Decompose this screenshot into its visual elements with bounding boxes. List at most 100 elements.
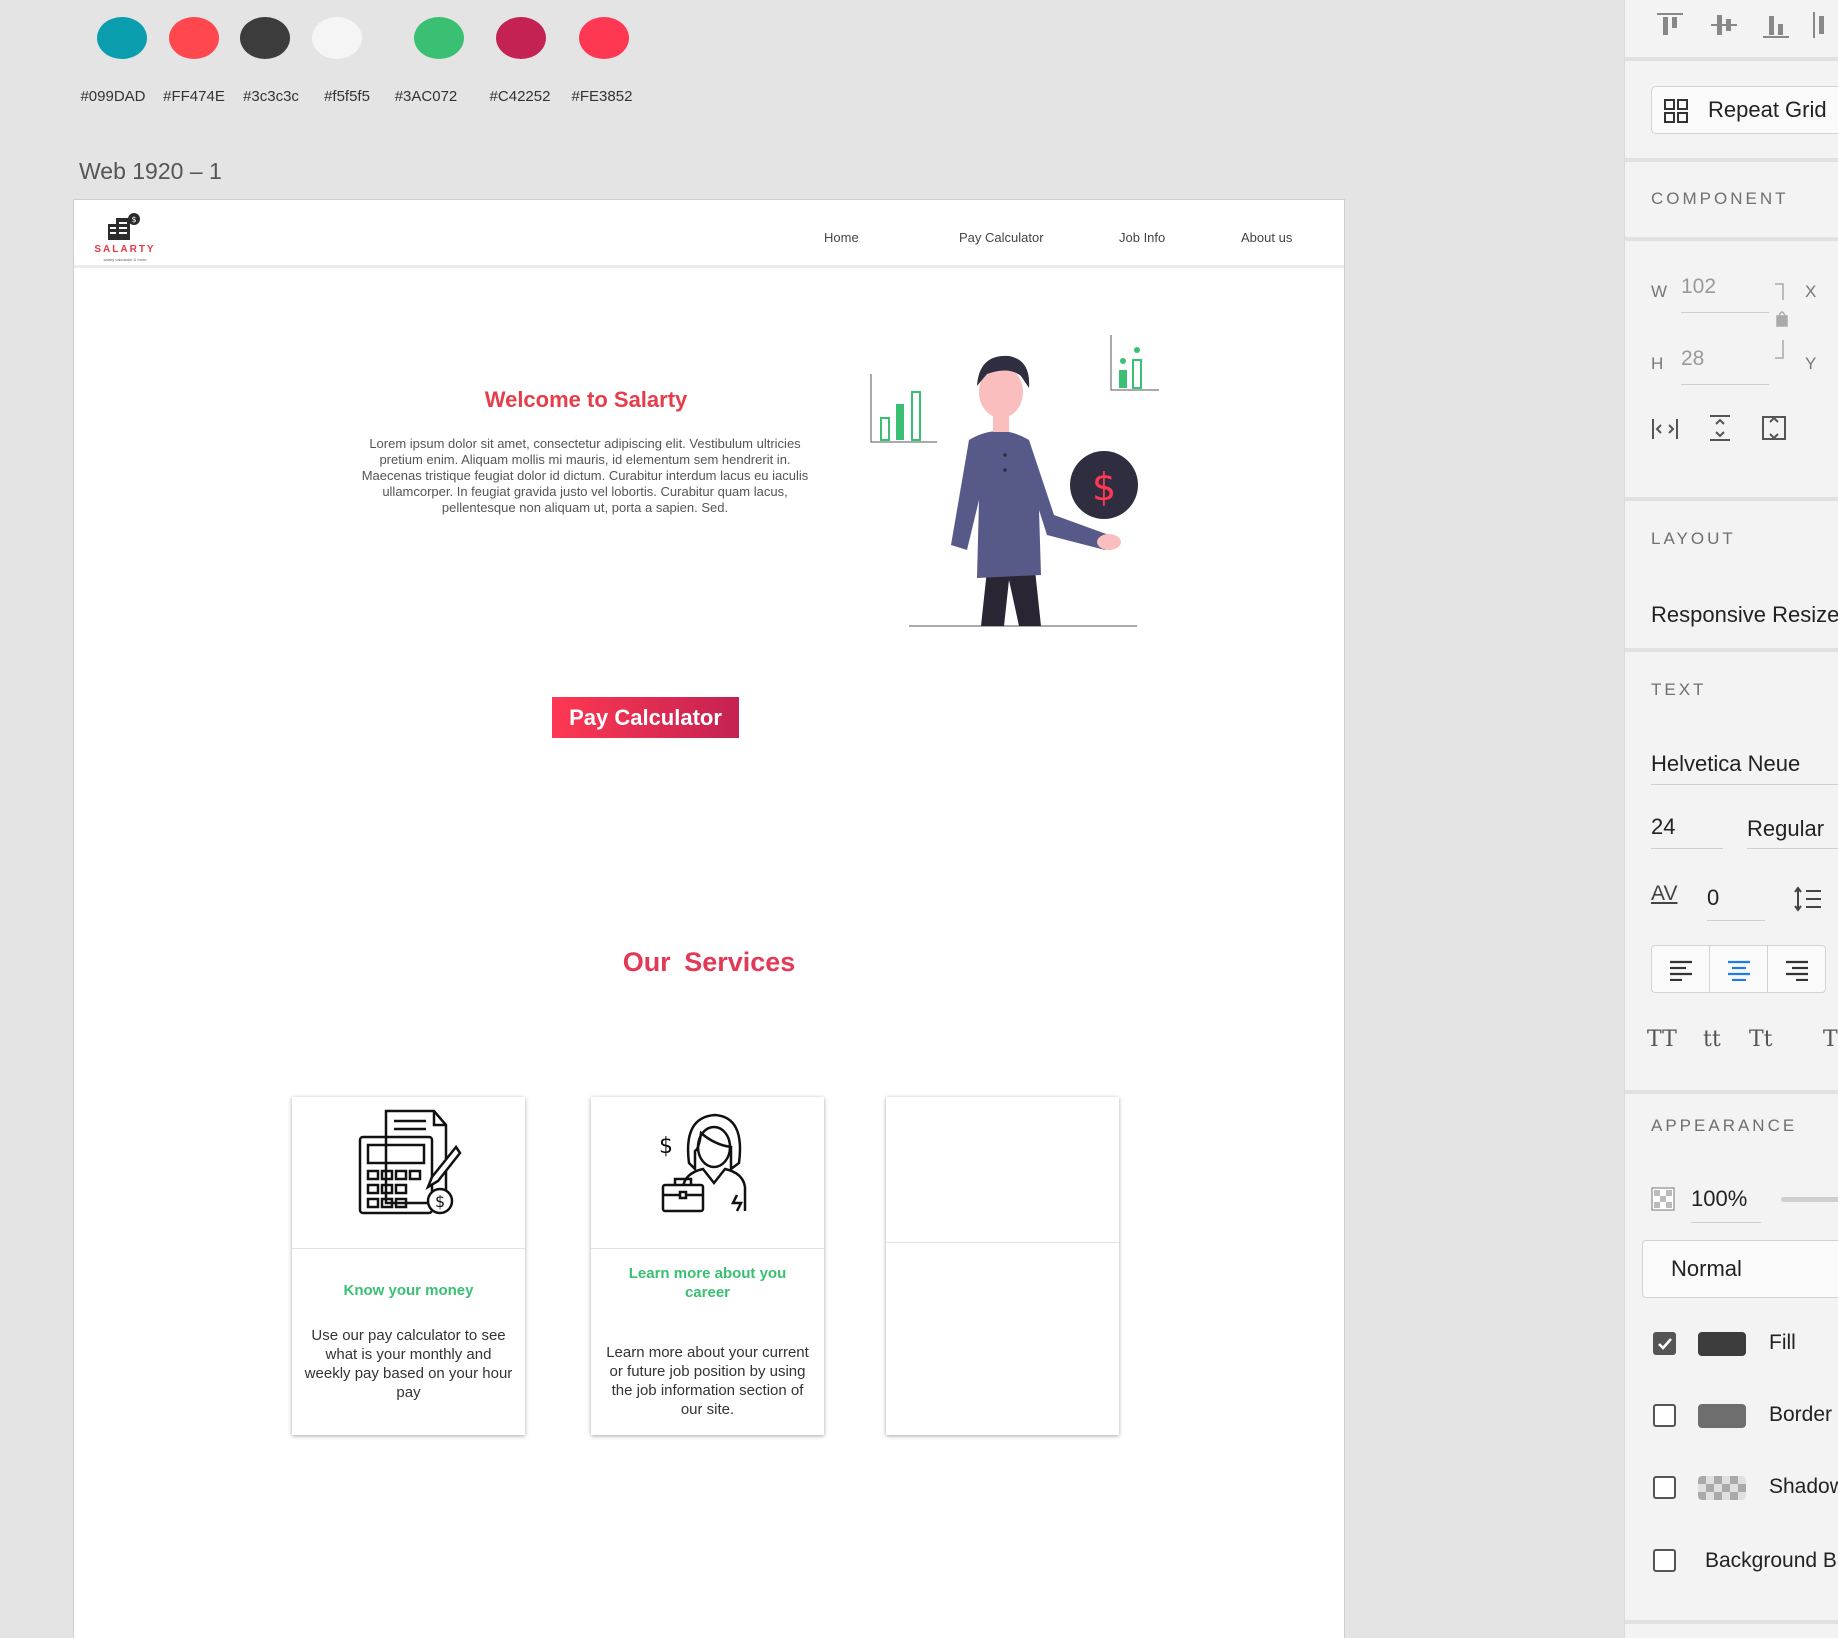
card-image-area — [886, 1097, 1119, 1243]
repeat-grid-button[interactable]: Repeat Grid — [1651, 86, 1838, 134]
swatch-f5f5f5[interactable] — [312, 17, 362, 59]
background-blur-checkbox[interactable] — [1653, 1549, 1676, 1572]
nav-job-info[interactable]: Job Info — [1119, 230, 1165, 245]
shadow-checkbox[interactable] — [1653, 1476, 1676, 1499]
x-label: X — [1805, 282, 1817, 301]
card-title: Learn more about you career — [628, 1265, 787, 1301]
lock-aspect-icon[interactable] — [1773, 282, 1789, 362]
card-image-area: $ — [591, 1097, 824, 1249]
swatch-3ac072[interactable] — [414, 17, 464, 59]
font-family-select[interactable]: Helvetica Neue — [1651, 751, 1800, 777]
panel-divider — [1625, 1620, 1838, 1624]
fill-label: Fill — [1769, 1331, 1796, 1354]
panel-divider — [1625, 648, 1838, 652]
align-top-icon[interactable] — [1655, 10, 1685, 40]
align-right-icon — [1786, 960, 1808, 981]
swatch-fe3852[interactable] — [579, 17, 629, 59]
distribute-icon[interactable] — [1811, 10, 1838, 40]
panel-divider — [1625, 57, 1838, 61]
pay-calculator-button[interactable]: Pay Calculator — [552, 697, 739, 738]
align-left-button[interactable] — [1652, 946, 1710, 992]
titlecase-button[interactable]: Tt — [1749, 1027, 1773, 1052]
responsive-resize-label[interactable]: Responsive Resize — [1651, 602, 1838, 628]
text-align-group — [1651, 945, 1826, 993]
swatch-099dad[interactable] — [97, 17, 147, 59]
border-checkbox[interactable] — [1653, 1404, 1676, 1427]
fit-height-icon[interactable] — [1707, 414, 1733, 442]
artboard[interactable]: $ SALARTY salary calculator & more Home … — [74, 200, 1344, 1638]
align-center-button[interactable] — [1710, 946, 1768, 992]
lowercase-button[interactable]: tt — [1703, 1027, 1721, 1052]
card-image-area: $ — [292, 1097, 525, 1249]
text-heading: TEXT — [1651, 680, 1707, 699]
line-spacing-icon[interactable] — [1793, 886, 1823, 912]
blend-mode-select[interactable]: Normal — [1642, 1240, 1838, 1298]
font-family-underline — [1651, 784, 1838, 785]
service-card-know-your-money[interactable]: $ Know your money Use our pay calculator… — [292, 1097, 525, 1435]
site-header: $ SALARTY salary calculator & more Home … — [74, 200, 1344, 268]
opacity-underline — [1691, 1222, 1761, 1223]
card-text: Use our pay calculator to see what is yo… — [304, 1327, 513, 1401]
swatch-3c3c3c[interactable] — [240, 17, 290, 59]
service-card-learn-career[interactable]: $ Learn more about you career Learn more… — [591, 1097, 824, 1435]
nav-about-us[interactable]: About us — [1241, 230, 1292, 245]
nav-home[interactable]: Home — [824, 230, 859, 245]
panel-divider — [1625, 158, 1838, 162]
fill-color-swatch[interactable] — [1698, 1332, 1746, 1356]
logo-subtitle: salary calculator & more — [103, 257, 147, 262]
opacity-slider[interactable] — [1781, 1197, 1838, 1202]
panel-divider — [1625, 497, 1838, 501]
man-with-charts-illustration: $ — [870, 335, 1159, 627]
layout-heading: LAYOUT — [1651, 529, 1736, 548]
property-inspector: Repeat Grid COMPONENT W 102 X H 28 Y LAY… — [1624, 0, 1838, 1638]
nav-pay-calculator[interactable]: Pay Calculator — [959, 230, 1044, 245]
font-weight-select[interactable]: Regular — [1747, 816, 1824, 842]
height-input[interactable]: 28 — [1681, 347, 1704, 371]
card-text: Learn more about your current or future … — [606, 1344, 809, 1418]
card-title: Know your money — [343, 1282, 474, 1299]
component-heading: COMPONENT — [1651, 189, 1789, 208]
panel-divider — [1625, 1090, 1838, 1094]
appearance-heading: APPEARANCE — [1651, 1116, 1798, 1135]
calculator-icon: $ — [358, 1109, 462, 1215]
services-title: Our Services — [622, 947, 796, 977]
align-right-button[interactable] — [1768, 946, 1825, 992]
svg-text:$: $ — [435, 1192, 445, 1211]
fill-checkbox[interactable] — [1653, 1332, 1676, 1355]
width-input[interactable]: 102 — [1681, 275, 1716, 299]
service-card-empty[interactable] — [886, 1097, 1119, 1435]
shadow-color-swatch[interactable] — [1698, 1476, 1746, 1500]
character-spacing-icon: AV — [1651, 882, 1678, 905]
character-spacing-underline — [1707, 920, 1765, 921]
height-label: H — [1651, 354, 1664, 373]
panel-divider — [1625, 237, 1838, 241]
fit-both-icon[interactable] — [1761, 415, 1787, 441]
text-transform-button[interactable]: T — [1823, 1027, 1838, 1052]
logo-text: SALARTY — [94, 244, 156, 255]
align-middle-icon[interactable] — [1709, 10, 1739, 40]
opacity-input[interactable]: 100% — [1691, 1186, 1747, 1212]
svg-text:$: $ — [659, 1134, 673, 1159]
fit-width-icon[interactable] — [1651, 416, 1679, 442]
artboard-title[interactable]: Web 1920 – 1 — [79, 158, 222, 185]
font-size-input[interactable]: 24 — [1651, 814, 1675, 840]
svg-text:$: $ — [132, 215, 137, 224]
align-bottom-icon[interactable] — [1761, 10, 1791, 40]
repeat-grid-label: Repeat Grid — [1708, 97, 1827, 122]
y-label: Y — [1805, 354, 1817, 373]
opacity-icon — [1651, 1187, 1675, 1211]
uppercase-button[interactable]: TT — [1647, 1027, 1677, 1052]
swatch-c42252[interactable] — [496, 17, 546, 59]
blend-mode-value: Normal — [1671, 1256, 1742, 1281]
swatch-ff474e[interactable] — [169, 17, 219, 59]
border-color-swatch[interactable] — [1698, 1404, 1746, 1428]
swatch-label: #FE3852 — [571, 88, 633, 105]
font-size-underline — [1651, 848, 1723, 849]
character-spacing-input[interactable]: 0 — [1707, 885, 1719, 911]
businesswoman-icon: $ — [659, 1113, 747, 1213]
grid-icon — [1664, 99, 1688, 123]
background-blur-label: Background Blur — [1705, 1549, 1838, 1572]
hero-text: Lorem ipsum dolor sit amet, consectetur … — [361, 436, 809, 515]
shadow-label: Shadow — [1769, 1475, 1838, 1498]
font-weight-underline — [1747, 848, 1838, 849]
